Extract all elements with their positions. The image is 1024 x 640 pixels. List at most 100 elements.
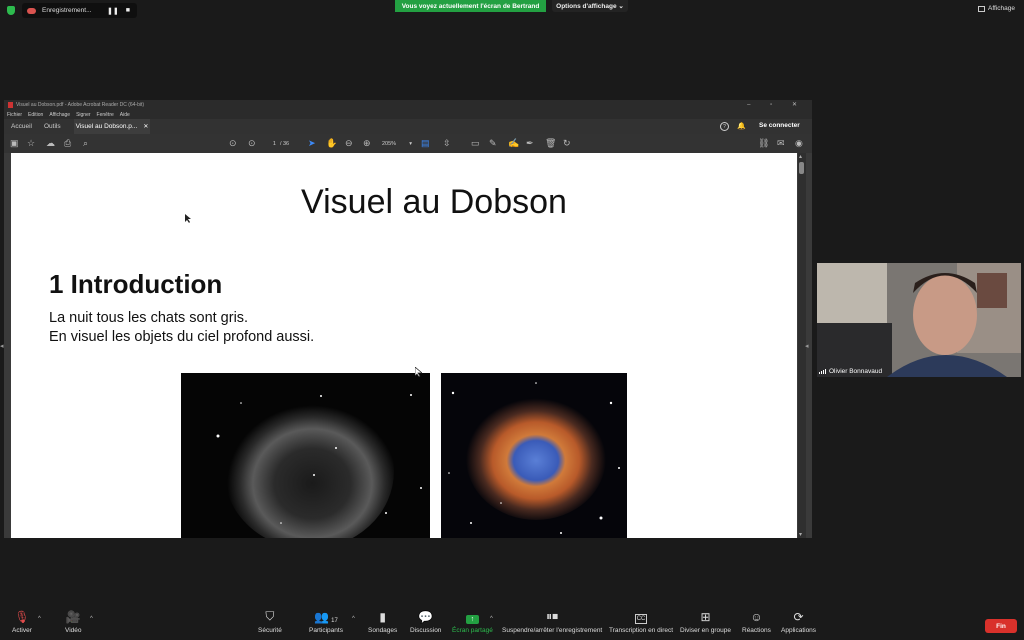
rotate-icon[interactable]: ↻ xyxy=(563,138,571,148)
acrobat-window: Visuel au Dobson.pdf - Adobe Acrobat Rea… xyxy=(4,100,812,538)
participant-name: Olivier Bonnavaud xyxy=(829,368,883,375)
tab-document[interactable]: Visuel au Dobson.p... ✕ xyxy=(74,119,150,134)
window-controls[interactable]: – ▫ ✕ xyxy=(747,101,806,108)
signal-strength-icon xyxy=(819,369,826,374)
tab-tools[interactable]: Outils xyxy=(44,119,61,134)
scroll-mode-icon[interactable]: ⇳ xyxy=(443,138,451,148)
polls-label: Sondages xyxy=(368,627,398,634)
bookmark-star-icon[interactable]: ☆ xyxy=(27,138,35,148)
breakout-rooms-button[interactable]: ⊞ Diviser en groupe xyxy=(680,606,731,634)
shield-icon: ⛉ xyxy=(265,609,275,623)
fit-page-icon[interactable]: ▤ xyxy=(421,138,430,148)
menu-edit[interactable]: Edition xyxy=(28,112,43,118)
apps-button[interactable]: ⟳ Applications xyxy=(781,606,816,634)
live-transcript-button[interactable]: CC Transcription en direct xyxy=(609,606,673,634)
mute-label: Activer xyxy=(12,627,32,634)
highlight-pen-icon[interactable]: ✎ xyxy=(489,138,497,148)
chevron-up-icon[interactable]: ^ xyxy=(352,616,355,622)
chevron-up-icon[interactable]: ^ xyxy=(490,616,493,622)
reactions-button[interactable]: ☺ Réactions xyxy=(742,606,771,634)
page-number-field[interactable]: 1 / 36 xyxy=(264,138,298,149)
page-current: 1 xyxy=(272,140,276,147)
security-button[interactable]: ⛉ Sécurité xyxy=(258,606,282,634)
video-button[interactable]: 🎥 Vidéo xyxy=(65,606,82,634)
polls-button[interactable]: ▮ Sondages xyxy=(368,606,397,634)
stop-recording-icon[interactable]: ■ xyxy=(126,7,130,14)
mouse-cursor-icon xyxy=(415,367,422,377)
grid-view-icon xyxy=(978,5,985,12)
document-viewport[interactable]: Visuel au Dobson 1 Introduction La nuit … xyxy=(4,153,812,538)
microphone-muted-icon: 🎙 xyxy=(14,610,30,624)
email-icon[interactable]: ✉ xyxy=(777,138,785,148)
next-page-icon[interactable]: ⊙ xyxy=(248,138,256,148)
end-meeting-button[interactable]: Fin xyxy=(985,619,1017,633)
scroll-up-icon[interactable]: ▴ xyxy=(799,153,802,160)
comment-icon[interactable]: ▭ xyxy=(471,138,480,148)
participant-video-tile[interactable]: Olivier Bonnavaud xyxy=(817,263,1021,377)
menu-help[interactable]: Aide xyxy=(120,112,130,118)
share-screen-button[interactable]: ↑ Écran partagé xyxy=(452,606,493,634)
sign-in-button[interactable]: Se connecter xyxy=(759,122,800,129)
chevron-up-icon[interactable]: ^ xyxy=(38,616,41,622)
tab-home[interactable]: Accueil xyxy=(11,119,32,134)
cloud-recording-icon xyxy=(27,7,36,14)
meeting-controls-bar: 🎙 Activer ^ 🎥 Vidéo ^ ⛉ Sécurité 👥 17 Par… xyxy=(0,606,1024,640)
sign-icon[interactable]: ✒ xyxy=(526,138,534,148)
save-icon[interactable]: ▣ xyxy=(10,138,19,148)
pdf-page: Visuel au Dobson 1 Introduction La nuit … xyxy=(11,153,797,538)
participants-label: Participants xyxy=(309,627,343,634)
view-options-label: Options d'affichage xyxy=(556,2,617,10)
share-screen-label: Écran partagé xyxy=(452,627,493,634)
account-icon[interactable]: ◉ xyxy=(795,138,803,148)
pdf-file-icon xyxy=(8,102,13,108)
menu-view[interactable]: Affichage xyxy=(49,112,70,118)
scroll-thumb[interactable] xyxy=(799,162,804,174)
chevron-up-icon[interactable]: ^ xyxy=(90,616,93,622)
delete-icon[interactable]: 🗑 xyxy=(545,138,556,148)
select-cursor-icon[interactable]: ➤ xyxy=(308,138,316,148)
view-options-button[interactable]: Options d'affichage ⌄ xyxy=(552,0,628,12)
page-total: / 36 xyxy=(279,140,290,147)
pause-stop-recording-button[interactable]: ⏸⏹ Suspendre/arrêter l'enregistrement xyxy=(502,606,602,634)
collapse-right-arrow-icon[interactable]: ◂ xyxy=(805,342,809,350)
scroll-down-icon[interactable]: ▾ xyxy=(799,531,802,538)
view-layout-label: Affichage xyxy=(988,5,1015,12)
help-icon[interactable]: ? xyxy=(720,122,729,131)
acrobat-toolbar: ▣ ☆ ☁ ⎙ ⌕ ⊙ ⊙ 1 / 36 ➤ ✋ ⊖ ⊕ 205% ▾ ▤ ⇳ ▭… xyxy=(4,134,812,153)
participants-button[interactable]: 👥 17 Participants xyxy=(309,606,343,634)
mute-button[interactable]: 🎙 Activer xyxy=(12,606,32,634)
upload-cloud-icon[interactable]: ☁ xyxy=(46,138,55,148)
security-shield-icon[interactable] xyxy=(7,6,15,15)
print-icon[interactable]: ⎙ xyxy=(64,138,71,148)
previous-page-icon[interactable]: ⊙ xyxy=(229,138,237,148)
close-tab-icon[interactable]: ✕ xyxy=(143,123,148,130)
notification-bell-icon[interactable]: 🔔 xyxy=(737,122,746,130)
zoom-out-icon[interactable]: ⊖ xyxy=(345,138,353,148)
zoom-in-icon[interactable]: ⊕ xyxy=(363,138,371,148)
body-text-line: En visuel les objets du ciel profond aus… xyxy=(49,329,315,345)
video-label: Vidéo xyxy=(65,627,82,634)
tab-document-label: Visuel au Dobson.p... xyxy=(75,123,138,130)
hand-tool-icon[interactable]: ✋ xyxy=(326,138,337,148)
cc-icon: CC xyxy=(634,614,648,624)
menu-window[interactable]: Fenêtre xyxy=(97,112,114,118)
share-screen-icon: ↑ xyxy=(465,606,479,624)
share-link-icon[interactable]: ⛓ xyxy=(758,138,769,148)
menu-file[interactable]: Fichier xyxy=(7,112,22,118)
participants-icon: 👥 17 xyxy=(314,610,338,624)
menu-sign[interactable]: Signer xyxy=(76,112,90,118)
view-layout-button[interactable]: Affichage xyxy=(978,5,1015,12)
record-label: Suspendre/arrêter l'enregistrement xyxy=(502,627,603,634)
pause-recording-icon[interactable]: ❚❚ xyxy=(107,7,119,15)
chat-button[interactable]: 💬 Discussion xyxy=(410,606,441,634)
zoom-level-select[interactable]: 205% ▾ xyxy=(382,138,412,149)
draw-icon[interactable]: ✍ xyxy=(508,138,519,148)
zoom-level: 205% xyxy=(382,140,397,147)
search-icon[interactable]: ⌕ xyxy=(83,138,88,148)
helix-nebula-color-photo xyxy=(441,373,627,538)
acrobat-titlebar: Visuel au Dobson.pdf - Adobe Acrobat Rea… xyxy=(4,100,812,110)
recording-indicator: Enregistrement... ❚❚ ■ xyxy=(22,3,137,18)
mouse-cursor-icon xyxy=(185,214,191,223)
acrobat-tab-bar: Accueil Outils Visuel au Dobson.p... ✕ ?… xyxy=(4,119,812,134)
collapse-left-arrow-icon[interactable]: ◂ xyxy=(0,342,4,350)
